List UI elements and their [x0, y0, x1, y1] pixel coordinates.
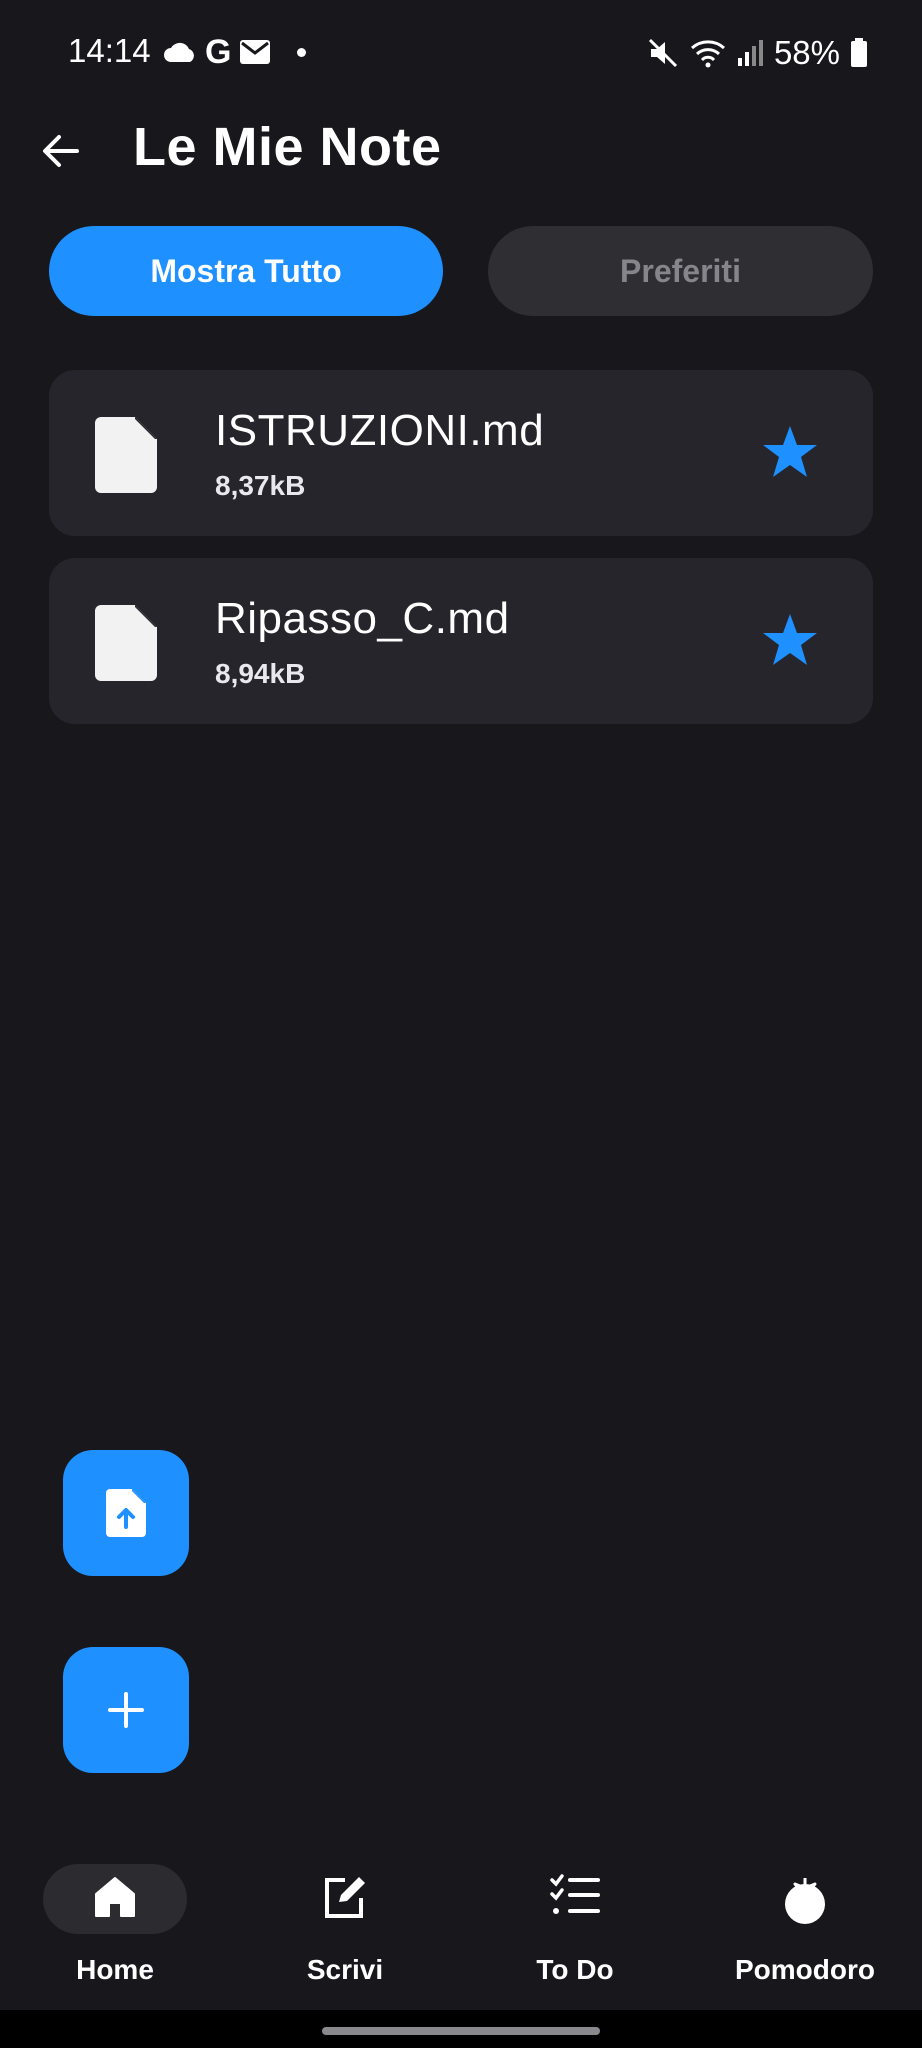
- note-card[interactable]: ISTRUZIONI.md 8,37kB: [49, 370, 873, 536]
- tomato-icon: [715, 1874, 895, 1924]
- arrow-left-icon: [41, 133, 81, 169]
- nav-label: Scrivi: [306, 1954, 384, 1985]
- home-icon: [25, 1874, 205, 1920]
- back-button[interactable]: [36, 126, 86, 176]
- google-icon: G: [205, 33, 232, 71]
- bottom-navigation: Home Scrivi To Do Pomodoro: [0, 1846, 922, 2008]
- battery-icon: [850, 38, 868, 68]
- signal-icon: [736, 38, 764, 68]
- filter-bar: Mostra Tutto Preferiti: [49, 226, 873, 318]
- home-gesture-bar[interactable]: [322, 2027, 600, 2035]
- add-note-button[interactable]: [63, 1647, 189, 1773]
- status-right-icons: 58%: [646, 34, 868, 72]
- status-left-icons: G: [163, 33, 307, 71]
- filter-favorites-button[interactable]: Preferiti: [488, 226, 873, 316]
- cloud-icon: [163, 40, 197, 64]
- nav-todo[interactable]: To Do: [485, 1846, 665, 1996]
- nav-label: Home: [76, 1954, 154, 1985]
- app-bar: Le Mie Note: [0, 104, 922, 214]
- checklist-icon: [485, 1874, 665, 1918]
- note-card[interactable]: Ripasso_C.md 8,94kB: [49, 558, 873, 724]
- edit-icon: [255, 1874, 435, 1922]
- favorite-star-icon[interactable]: [761, 424, 819, 480]
- battery-percent: 58%: [773, 34, 840, 71]
- status-time: 14:14: [68, 32, 151, 69]
- page-title: Le Mie Note: [133, 117, 442, 177]
- nav-label: To Do: [536, 1954, 614, 1985]
- nav-pomodoro[interactable]: Pomodoro: [715, 1846, 895, 1996]
- plus-icon: [108, 1692, 144, 1728]
- note-name: ISTRUZIONI.md: [215, 406, 545, 455]
- upload-file-button[interactable]: [63, 1450, 189, 1576]
- file-icon: [95, 605, 157, 681]
- mail-icon: [239, 39, 271, 65]
- status-bar: 14:14 G 58%: [0, 0, 922, 104]
- note-size: 8,94kB: [215, 658, 306, 689]
- mute-icon: [646, 36, 680, 70]
- file-upload-icon: [106, 1489, 146, 1537]
- notification-dot: [297, 47, 307, 57]
- filter-all-button[interactable]: Mostra Tutto: [49, 226, 443, 316]
- nav-home[interactable]: Home: [25, 1846, 205, 1996]
- notes-list: ISTRUZIONI.md 8,37kB Ripasso_C.md 8,94kB: [49, 370, 873, 746]
- favorite-star-icon[interactable]: [761, 612, 819, 668]
- note-size: 8,37kB: [215, 470, 306, 501]
- nav-label: Pomodoro: [735, 1954, 875, 1985]
- file-icon: [95, 417, 157, 493]
- wifi-icon: [690, 38, 726, 68]
- nav-scrivi[interactable]: Scrivi: [255, 1846, 435, 1996]
- note-name: Ripasso_C.md: [215, 594, 510, 643]
